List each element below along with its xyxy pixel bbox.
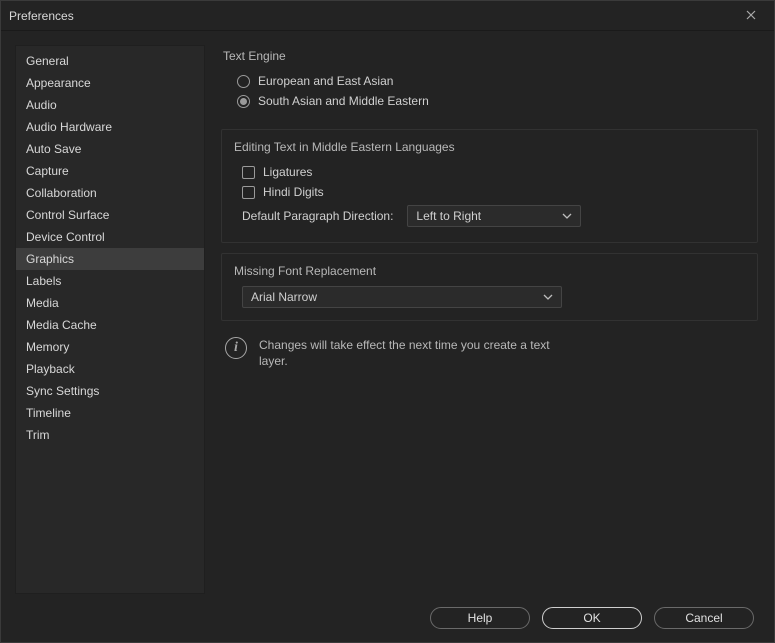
info-icon: i: [225, 337, 247, 359]
paragraph-direction-label: Default Paragraph Direction:: [242, 209, 393, 223]
sidebar-item-sync-settings[interactable]: Sync Settings: [16, 380, 204, 402]
checkbox-label: Hindi Digits: [263, 185, 324, 199]
chevron-down-icon: [562, 211, 572, 221]
editing-text-group: Editing Text in Middle Eastern Languages…: [221, 129, 758, 243]
close-button[interactable]: [736, 2, 766, 30]
radio-icon: [237, 75, 250, 88]
sidebar-item-label: Media: [26, 296, 59, 310]
radio-label: European and East Asian: [258, 74, 393, 88]
sidebar-item-media-cache[interactable]: Media Cache: [16, 314, 204, 336]
sidebar-item-control-surface[interactable]: Control Surface: [16, 204, 204, 226]
sidebar-item-timeline[interactable]: Timeline: [16, 402, 204, 424]
sidebar-item-label: Playback: [26, 362, 75, 376]
checkbox-ligatures[interactable]: Ligatures: [234, 162, 745, 182]
missing-font-title: Missing Font Replacement: [234, 264, 745, 278]
checkbox-icon: [242, 186, 255, 199]
radio-label: South Asian and Middle Eastern: [258, 94, 429, 108]
help-button[interactable]: Help: [430, 607, 530, 629]
info-text: Changes will take effect the next time y…: [259, 337, 569, 369]
sidebar-item-label: Device Control: [26, 230, 105, 244]
sidebar-item-trim[interactable]: Trim: [16, 424, 204, 446]
sidebar-item-media[interactable]: Media: [16, 292, 204, 314]
text-engine-title: Text Engine: [223, 49, 758, 63]
paragraph-direction-dropdown[interactable]: Left to Right: [407, 205, 581, 227]
sidebar-item-label: Trim: [26, 428, 50, 442]
radio-south-asian-middle-eastern[interactable]: South Asian and Middle Eastern: [229, 91, 758, 111]
button-label: OK: [583, 611, 600, 625]
cancel-button[interactable]: Cancel: [654, 607, 754, 629]
sidebar-item-label: Control Surface: [26, 208, 109, 222]
sidebar-item-labels[interactable]: Labels: [16, 270, 204, 292]
sidebar-item-label: Auto Save: [26, 142, 81, 156]
sidebar-item-label: Appearance: [26, 76, 91, 90]
sidebar-item-label: Capture: [26, 164, 69, 178]
body: General Appearance Audio Audio Hardware …: [1, 31, 774, 594]
sidebar-item-memory[interactable]: Memory: [16, 336, 204, 358]
dropdown-value: Arial Narrow: [251, 290, 317, 304]
sidebar-item-label: Collaboration: [26, 186, 97, 200]
sidebar-item-appearance[interactable]: Appearance: [16, 72, 204, 94]
checkbox-hindi-digits[interactable]: Hindi Digits: [234, 182, 745, 202]
sidebar-item-collaboration[interactable]: Collaboration: [16, 182, 204, 204]
dropdown-value: Left to Right: [416, 209, 481, 223]
sidebar-item-audio-hardware[interactable]: Audio Hardware: [16, 116, 204, 138]
sidebar-item-label: Audio Hardware: [26, 120, 112, 134]
sidebar-item-label: Sync Settings: [26, 384, 99, 398]
sidebar-item-label: Graphics: [26, 252, 74, 266]
titlebar: Preferences: [1, 1, 774, 31]
button-label: Cancel: [685, 611, 722, 625]
checkbox-label: Ligatures: [263, 165, 312, 179]
radio-european-east-asian[interactable]: European and East Asian: [229, 71, 758, 91]
window-title: Preferences: [9, 9, 736, 23]
sidebar-item-capture[interactable]: Capture: [16, 160, 204, 182]
sidebar-item-label: Memory: [26, 340, 69, 354]
chevron-down-icon: [543, 292, 553, 302]
sidebar-item-label: Media Cache: [26, 318, 97, 332]
info-row: i Changes will take effect the next time…: [221, 331, 758, 375]
sidebar-item-label: Audio: [26, 98, 57, 112]
sidebar-item-label: General: [26, 54, 69, 68]
missing-font-dropdown[interactable]: Arial Narrow: [242, 286, 562, 308]
paragraph-direction-row: Default Paragraph Direction: Left to Rig…: [234, 202, 745, 230]
footer: Help OK Cancel: [1, 594, 774, 642]
sidebar-item-graphics[interactable]: Graphics: [16, 248, 204, 270]
sidebar-item-audio[interactable]: Audio: [16, 94, 204, 116]
radio-icon: [237, 95, 250, 108]
missing-font-group: Missing Font Replacement Arial Narrow: [221, 253, 758, 321]
editing-text-title: Editing Text in Middle Eastern Languages: [234, 140, 745, 154]
button-label: Help: [468, 611, 493, 625]
sidebar-item-label: Labels: [26, 274, 61, 288]
close-icon: [746, 9, 756, 23]
checkbox-icon: [242, 166, 255, 179]
content-panel: Text Engine European and East Asian Sout…: [219, 45, 760, 594]
preferences-window: Preferences General Appearance Audio Aud…: [0, 0, 775, 643]
ok-button[interactable]: OK: [542, 607, 642, 629]
sidebar-item-playback[interactable]: Playback: [16, 358, 204, 380]
sidebar-item-label: Timeline: [26, 406, 71, 420]
sidebar-item-device-control[interactable]: Device Control: [16, 226, 204, 248]
category-sidebar: General Appearance Audio Audio Hardware …: [15, 45, 205, 594]
sidebar-item-general[interactable]: General: [16, 50, 204, 72]
sidebar-item-auto-save[interactable]: Auto Save: [16, 138, 204, 160]
